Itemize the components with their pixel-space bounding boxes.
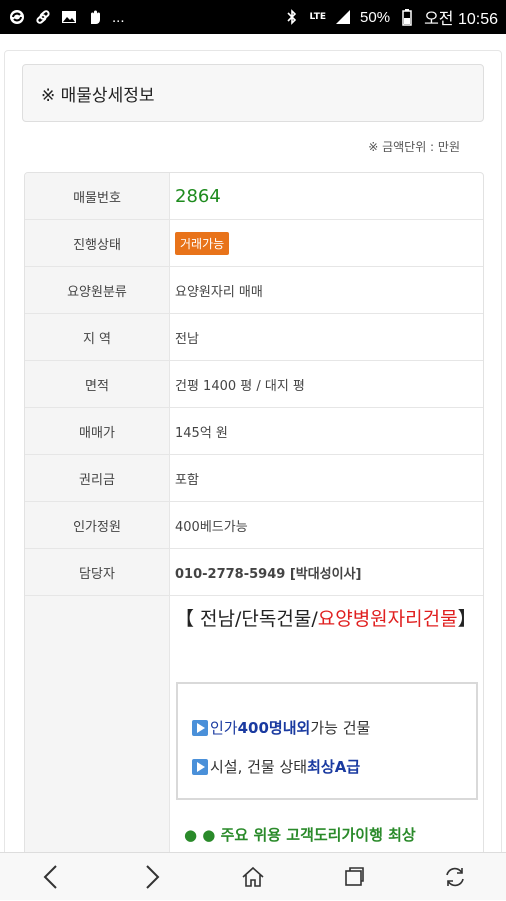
notification-more: ... [112, 8, 125, 26]
partial-feature-line: ● ● 주요 위용 고객도리가이행 최상 [184, 826, 416, 844]
refresh-icon [446, 867, 465, 886]
gesture-icon [86, 8, 104, 26]
chevron-right-icon [146, 864, 160, 889]
area-value: 건평 1400 평 / 대지 평 [175, 378, 305, 394]
home-button[interactable] [223, 853, 283, 901]
page-title: ※ 매물상세정보 [41, 85, 155, 106]
sync-icon [8, 8, 26, 26]
play-bullet-icon [192, 719, 208, 736]
tabs-icon [345, 866, 364, 886]
row-label: 요양원분류 [25, 267, 170, 313]
battery-percent: 50% [360, 8, 391, 26]
forward-button[interactable] [122, 853, 182, 901]
signal-icon [334, 8, 352, 26]
row-label: 권리금 [25, 455, 170, 501]
clock: 오전 10:56 [424, 11, 498, 28]
capacity-value: 400베드가능 [175, 519, 248, 535]
table-row: 담당자 010-2778-5949 [박대성이사] [25, 549, 483, 596]
table-row: 진행상태 거래가능 [25, 220, 483, 267]
table-row: 매매가 145억 원 [25, 408, 483, 455]
description-cell: 【 전남/단독건물/요양병원자리건물】 인가 400명내외 가능 건물 시설, … [170, 596, 483, 852]
row-label: 지 역 [25, 314, 170, 360]
section-title-box: ※ 매물상세정보 [22, 64, 484, 122]
bluetooth-icon [283, 8, 301, 26]
tabs-button[interactable] [324, 853, 384, 901]
network-type: LTE [309, 11, 327, 22]
row-label: 매매가 [25, 408, 170, 454]
web-content[interactable]: ※ 매물상세정보 ※ 금액단위 : 만원 매물번호 2864 진행상태 거래가능… [0, 34, 506, 852]
row-label: 진행상태 [25, 220, 170, 266]
feature-line-condition: 시설, 건물 상태 최상A급 [192, 756, 360, 777]
battery-icon [398, 8, 416, 26]
status-right: LTE 50% 오전 10:56 [283, 5, 498, 29]
row-label: 면적 [25, 361, 170, 407]
description-headline: 【 전남/단독건물/요양병원자리건물】 [175, 608, 477, 630]
status-badge: 거래가능 [175, 231, 230, 255]
region-value: 전남 [175, 331, 199, 347]
image-icon [60, 8, 78, 26]
chevron-left-icon [43, 864, 57, 889]
feature-box: 인가 400명내외 가능 건물 시설, 건물 상태 최상A급 [176, 682, 478, 800]
price-value: 145억 원 [175, 425, 228, 441]
property-detail-table: 매물번호 2864 진행상태 거래가능 요양원분류 요양원자리 매매 지 역 전… [24, 172, 484, 852]
status-left: ... [8, 8, 125, 26]
table-row: 면적 건평 1400 평 / 대지 평 [25, 361, 483, 408]
feature-line-capacity: 인가 400명내외 가능 건물 [192, 717, 370, 738]
back-button[interactable] [21, 853, 81, 901]
listing-number: 2864 [175, 185, 221, 207]
table-row: 인가정원 400베드가능 [25, 502, 483, 549]
refresh-button[interactable] [425, 853, 485, 901]
table-row: 매물번호 2864 [25, 173, 483, 220]
link-icon [34, 8, 52, 26]
unit-note: ※ 금액단위 : 만원 [368, 140, 460, 154]
status-cell: 거래가능 [170, 220, 483, 266]
home-icon [242, 866, 264, 887]
table-row: 권리금 포함 [25, 455, 483, 502]
browser-nav-bar [0, 852, 506, 900]
table-row: 요양원분류 요양원자리 매매 [25, 267, 483, 314]
description-label-cell [25, 596, 170, 852]
status-bar: ... LTE 50% 오전 10:56 [0, 0, 506, 34]
row-label: 담당자 [25, 549, 170, 595]
category-value: 요양원자리 매매 [175, 284, 263, 300]
contact-phone-link[interactable]: 010-2778-5949 [박대성이사] [170, 549, 483, 595]
row-label: 인가정원 [25, 502, 170, 548]
premium-value: 포함 [175, 472, 199, 488]
play-bullet-icon [192, 758, 208, 775]
row-label: 매물번호 [25, 173, 170, 219]
table-row: 지 역 전남 [25, 314, 483, 361]
description-row: 【 전남/단독건물/요양병원자리건물】 인가 400명내외 가능 건물 시설, … [25, 596, 483, 852]
